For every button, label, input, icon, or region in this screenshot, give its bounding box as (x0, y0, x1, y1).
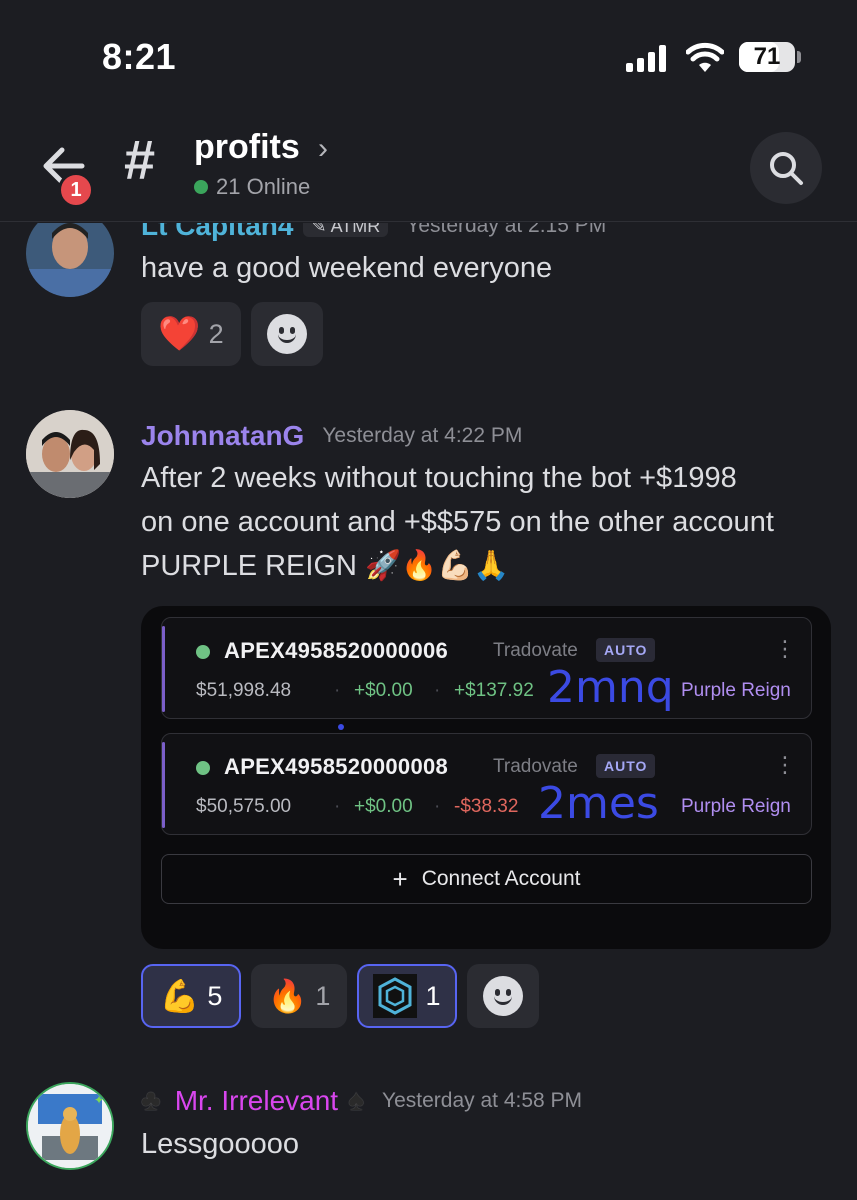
connect-account-label: Connect Account (421, 867, 581, 890)
separator-dot: · (334, 680, 341, 701)
search-button[interactable] (750, 132, 822, 204)
reaction-count: 2 (208, 318, 224, 349)
smiley-icon (483, 976, 523, 1016)
message-header: JohnnatanG Yesterday at 4:22 PM (141, 418, 522, 454)
reaction-flexed-biceps[interactable]: 💪 5 (141, 964, 241, 1028)
svg-text:✦: ✦ (34, 1151, 46, 1167)
fire-icon: 🔥 (267, 978, 308, 1014)
avatar[interactable] (26, 223, 114, 297)
timestamp: Yesterday at 4:22 PM (322, 424, 523, 447)
club-icon: ♣ (141, 1084, 161, 1117)
battery-level: 71 (753, 43, 781, 70)
role-tag: ✎ ATMR (303, 223, 389, 237)
open-pnl: +$0.00 (354, 796, 413, 817)
more-options-icon: ⋮ (774, 752, 796, 777)
channel-title[interactable]: profits (194, 128, 300, 167)
timestamp: Yesterday at 4:58 PM (382, 1089, 583, 1112)
plus-icon: + (392, 863, 408, 894)
role-icon: ✎ (311, 223, 331, 236)
open-pnl: +$0.00 (354, 680, 413, 701)
image-attachment[interactable]: APEX4958520000006 Tradovate AUTO ⋮ $51,9… (141, 606, 831, 949)
account-card: APEX4958520000008 Tradovate AUTO ⋮ $50,5… (161, 733, 812, 835)
account-card: APEX4958520000006 Tradovate AUTO ⋮ $51,9… (161, 617, 812, 719)
message-text-line: on one account and +$$575 on the other a… (141, 506, 774, 538)
channel-header: # profits › 21 Online (0, 110, 857, 222)
reaction-fire[interactable]: 🔥 1 (251, 964, 347, 1028)
heart-icon: ❤️ (158, 315, 201, 353)
separator-dot: · (434, 796, 441, 817)
search-icon (770, 152, 803, 185)
strategy-name: Purple Reign (681, 680, 791, 701)
hashtag-icon: # (124, 128, 156, 191)
battery-cap (797, 51, 801, 63)
reaction-count: 1 (425, 980, 441, 1011)
online-count: 21 Online (194, 174, 310, 200)
message-header: ♣ Mr. Irrelevant ♠ Yesterday at 4:58 PM (141, 1080, 582, 1122)
reaction-bar: ❤️ 2 (141, 302, 323, 366)
message-text-line: After 2 weeks without touching the bot +… (141, 462, 737, 494)
account-platform: Tradovate (493, 640, 578, 661)
status-bar: 8:21 71 (0, 0, 857, 110)
chevron-right-icon[interactable]: › (318, 132, 328, 166)
online-count-text: 21 Online (216, 174, 311, 199)
account-accent-bar (162, 742, 165, 828)
avatar[interactable]: ✦ ✦ (26, 1082, 114, 1170)
cube-icon (373, 974, 418, 1018)
timestamp: Yesterday at 2:15 PM (406, 223, 607, 237)
online-dot-icon (194, 180, 208, 194)
smiley-icon (267, 314, 307, 354)
add-reaction-button[interactable] (467, 964, 539, 1028)
cellular-signal-icon (626, 44, 670, 72)
annotation-dot (338, 724, 344, 730)
status-dot-icon (196, 761, 210, 775)
reaction-heart[interactable]: ❤️ 2 (141, 302, 241, 366)
reaction-bar: 💪 5 🔥 1 1 (141, 964, 539, 1028)
reaction-count: 1 (315, 980, 331, 1011)
avatar[interactable] (26, 410, 114, 498)
username[interactable]: JohnnatanG (141, 420, 304, 452)
reaction-custom-cube[interactable]: 1 (357, 964, 457, 1028)
account-balance: $50,575.00 (196, 796, 292, 817)
reaction-count: 5 (207, 980, 223, 1011)
add-reaction-button[interactable] (251, 302, 323, 366)
account-accent-bar (162, 626, 165, 712)
username[interactable]: Mr. Irrelevant (175, 1085, 338, 1117)
day-pnl: -$38.32 (454, 796, 519, 817)
username[interactable]: Lt Capitan4 (141, 223, 293, 242)
connect-account-button: + Connect Account (161, 854, 812, 904)
battery-icon: 71 (739, 42, 795, 72)
wifi-icon (685, 42, 725, 74)
status-dot-icon (196, 645, 210, 659)
more-options-icon: ⋮ (774, 636, 796, 661)
handwritten-annotation: 2mes (538, 778, 659, 829)
message-text-line: PURPLE REIGN 🚀🔥💪🏻🙏 (141, 550, 510, 582)
account-id: APEX4958520000008 (224, 754, 449, 779)
separator-dot: · (434, 680, 441, 701)
role-tag-text: ATMR (330, 223, 381, 236)
account-id: APEX4958520000006 (224, 638, 449, 663)
auto-badge: AUTO (596, 754, 656, 778)
strategy-name: Purple Reign (681, 796, 791, 817)
flexed-biceps-icon: 💪 (159, 978, 200, 1014)
svg-text:✦: ✦ (94, 1093, 104, 1107)
message-text: have a good weekend everyone (141, 252, 553, 284)
spade-icon: ♠ (348, 1084, 365, 1117)
account-platform: Tradovate (493, 756, 578, 777)
account-balance: $51,998.48 (196, 680, 292, 701)
separator-dot: · (334, 796, 341, 817)
message-text: Lessgooooo (141, 1128, 300, 1160)
auto-badge: AUTO (596, 638, 656, 662)
day-pnl: +$137.92 (454, 680, 534, 701)
message-header: Lt Capitan4 ✎ ATMR Yesterday at 2:15 PM (141, 223, 606, 241)
status-time: 8:21 (102, 36, 177, 77)
handwritten-annotation: 2mnq (547, 662, 674, 713)
notification-badge: 1 (58, 172, 94, 208)
message-1: Lt Capitan4 ✎ ATMR Yesterday at 2:15 PM … (0, 223, 857, 373)
